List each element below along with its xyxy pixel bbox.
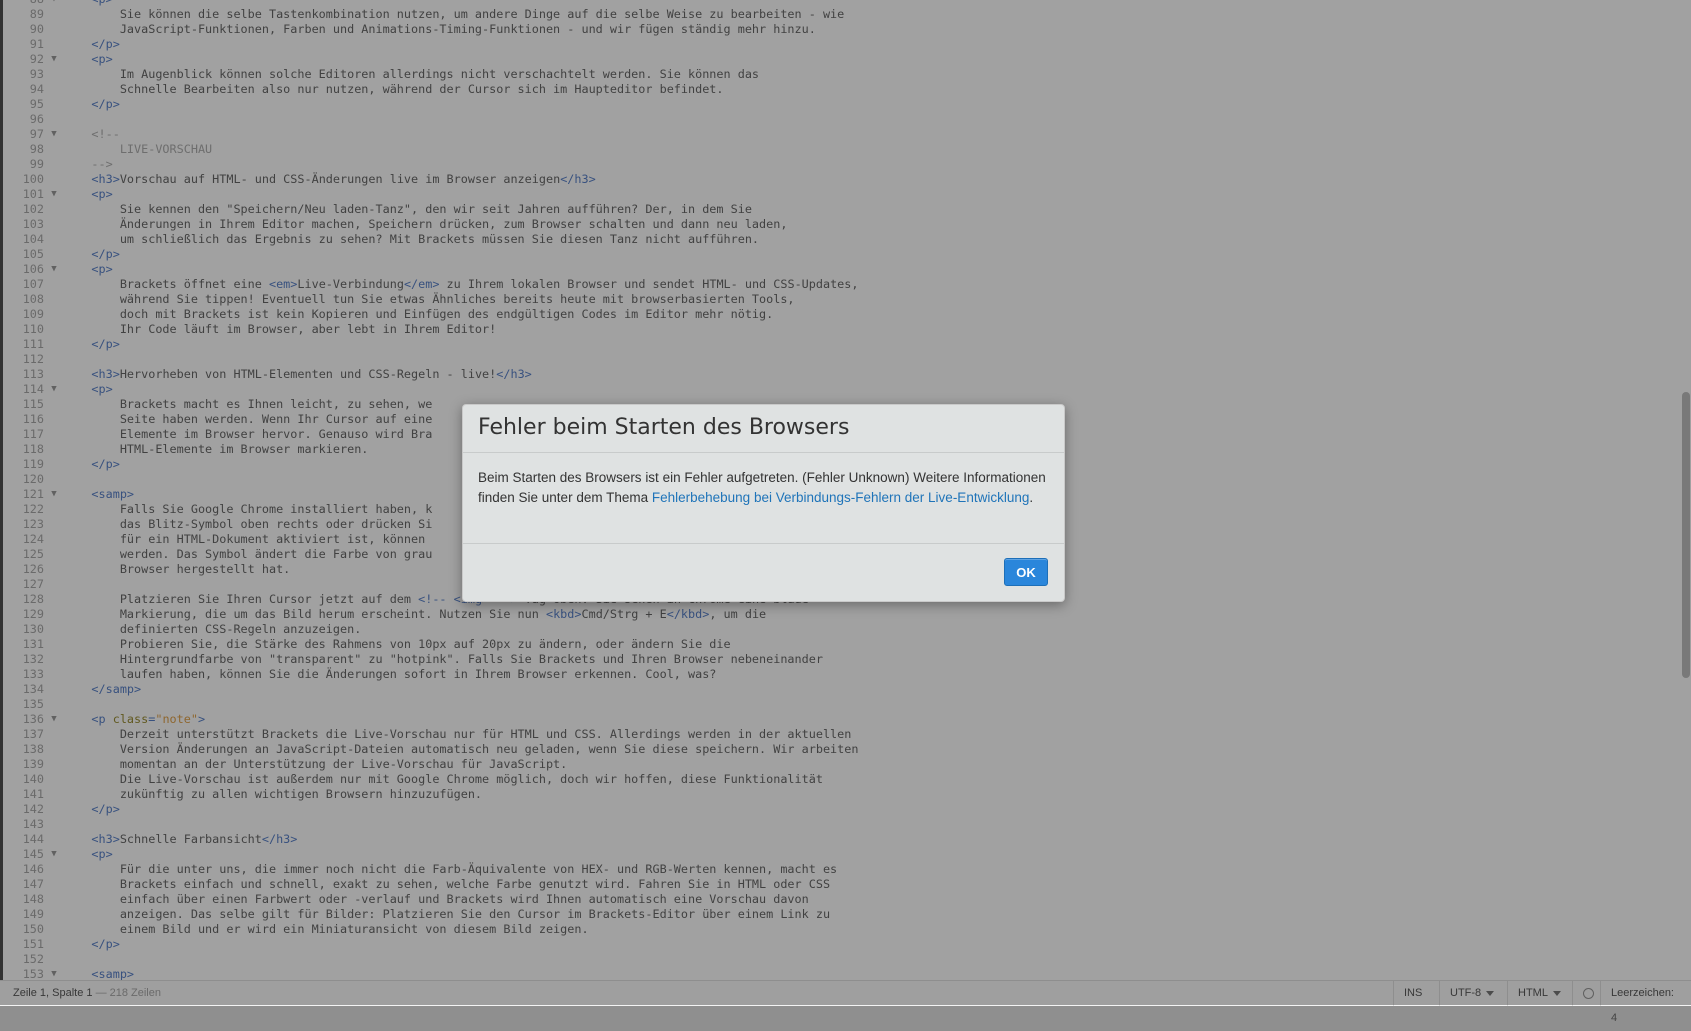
dialog-message: Beim Starten des Browsers ist ein Fehler… bbox=[478, 468, 1053, 508]
dialog-divider bbox=[463, 543, 1064, 544]
error-dialog: Fehler beim Starten des Browsers Beim St… bbox=[462, 404, 1065, 602]
troubleshooting-link[interactable]: Fehlerbehebung bei Verbindungs-Fehlern d… bbox=[652, 490, 1030, 505]
dialog-divider bbox=[463, 452, 1064, 453]
dialog-title: Fehler beim Starten des Browsers bbox=[478, 415, 850, 440]
dialog-message-end: . bbox=[1029, 490, 1034, 505]
ok-button[interactable]: OK bbox=[1004, 558, 1048, 586]
